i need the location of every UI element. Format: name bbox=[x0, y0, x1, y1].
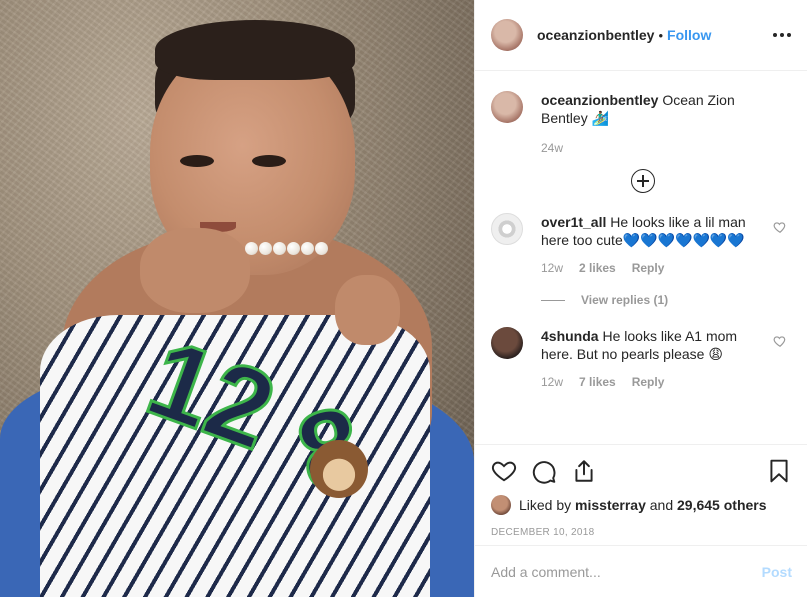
caption-timestamp[interactable]: 24w bbox=[541, 141, 563, 155]
liked-by-prefix: Liked by bbox=[519, 497, 572, 513]
comments-list[interactable]: oceanzionbentley Ocean Zion Bentley 🏄🏾‍♂… bbox=[475, 71, 807, 443]
replies-divider bbox=[541, 299, 565, 301]
comment-likes-count[interactable]: 7 likes bbox=[579, 375, 616, 389]
comment-timestamp[interactable]: 12w bbox=[541, 261, 563, 275]
pearl bbox=[301, 242, 314, 255]
comment-row: over1t_all He looks like a lil man here … bbox=[491, 213, 791, 249]
follow-button[interactable]: Follow bbox=[667, 27, 711, 43]
comment-timestamp[interactable]: 12w bbox=[541, 375, 563, 389]
pearl bbox=[287, 242, 300, 255]
liked-by-joiner: and bbox=[649, 497, 674, 513]
baby-eye-left bbox=[180, 155, 214, 167]
comment-username[interactable]: over1t_all bbox=[541, 214, 606, 230]
action-icons bbox=[491, 455, 792, 487]
comment-icon[interactable] bbox=[531, 458, 557, 484]
post-date[interactable]: DECEMBER 10, 2018 bbox=[491, 527, 792, 538]
liked-by-others[interactable]: 29,645 others bbox=[677, 497, 767, 513]
post-comment-button[interactable]: Post bbox=[762, 564, 792, 580]
pearl-necklace bbox=[245, 242, 340, 282]
reply-button[interactable]: Reply bbox=[632, 375, 665, 389]
baby-hair-top bbox=[155, 20, 355, 80]
instagram-post: 12 8 oceanzionbentley • Follow oce bbox=[0, 0, 807, 597]
pearl bbox=[259, 242, 272, 255]
owner-avatar[interactable] bbox=[491, 19, 523, 51]
comment-row: 4shunda He looks like A1 mom here. But n… bbox=[491, 327, 791, 363]
comment-meta: 12w 2 likes Reply bbox=[541, 261, 791, 275]
caption-avatar[interactable] bbox=[491, 91, 523, 123]
owner-username[interactable]: oceanzionbentley bbox=[537, 27, 654, 43]
share-icon[interactable] bbox=[571, 458, 597, 484]
likes-summary: Liked by missterray and 29,645 others bbox=[491, 495, 792, 515]
heart-icon[interactable] bbox=[491, 458, 517, 484]
baby-hand-right bbox=[335, 275, 400, 345]
comment-text-block: over1t_all He looks like a lil man here … bbox=[541, 213, 753, 249]
pearl bbox=[315, 242, 328, 255]
commenter-avatar[interactable] bbox=[491, 213, 523, 245]
comment-likes-count[interactable]: 2 likes bbox=[579, 261, 616, 275]
load-more-comments-icon[interactable] bbox=[631, 169, 655, 193]
more-options-icon[interactable] bbox=[773, 27, 791, 43]
like-comment-heart-icon[interactable] bbox=[773, 220, 787, 234]
monkey-patch bbox=[310, 440, 368, 498]
pearl bbox=[245, 242, 258, 255]
post-side-panel: oceanzionbentley • Follow oceanzionbentl… bbox=[474, 0, 807, 597]
caption-username[interactable]: oceanzionbentley bbox=[541, 92, 658, 108]
liker-avatar[interactable] bbox=[491, 495, 511, 515]
caption-text-block: oceanzionbentley Ocean Zion Bentley 🏄🏾‍♂… bbox=[541, 91, 753, 127]
add-comment-bar: Post bbox=[475, 545, 807, 597]
comment-text-block: 4shunda He looks like A1 mom here. But n… bbox=[541, 327, 753, 363]
post-header: oceanzionbentley • Follow bbox=[475, 0, 807, 71]
post-photo[interactable]: 12 8 bbox=[0, 0, 474, 597]
add-comment-input[interactable] bbox=[491, 563, 762, 580]
view-replies-label: View replies (1) bbox=[581, 293, 669, 307]
separator-dot: • bbox=[658, 27, 664, 43]
pearl bbox=[273, 242, 286, 255]
comment-username[interactable]: 4shunda bbox=[541, 328, 599, 344]
reply-button[interactable]: Reply bbox=[632, 261, 665, 275]
bookmark-icon[interactable] bbox=[766, 458, 792, 484]
view-replies-button[interactable]: View replies (1) bbox=[541, 293, 791, 307]
comment-meta: 12w 7 likes Reply bbox=[541, 375, 791, 389]
baby-hand-left bbox=[140, 228, 250, 313]
post-actions: Liked by missterray and 29,645 others DE… bbox=[475, 444, 807, 538]
commenter-avatar[interactable] bbox=[491, 327, 523, 359]
like-comment-heart-icon[interactable] bbox=[773, 334, 787, 348]
caption-meta: 24w bbox=[541, 141, 791, 155]
baby-eye-right bbox=[252, 155, 286, 167]
caption-row: oceanzionbentley Ocean Zion Bentley 🏄🏾‍♂… bbox=[491, 91, 791, 127]
liked-by-user[interactable]: missterray bbox=[575, 497, 646, 513]
